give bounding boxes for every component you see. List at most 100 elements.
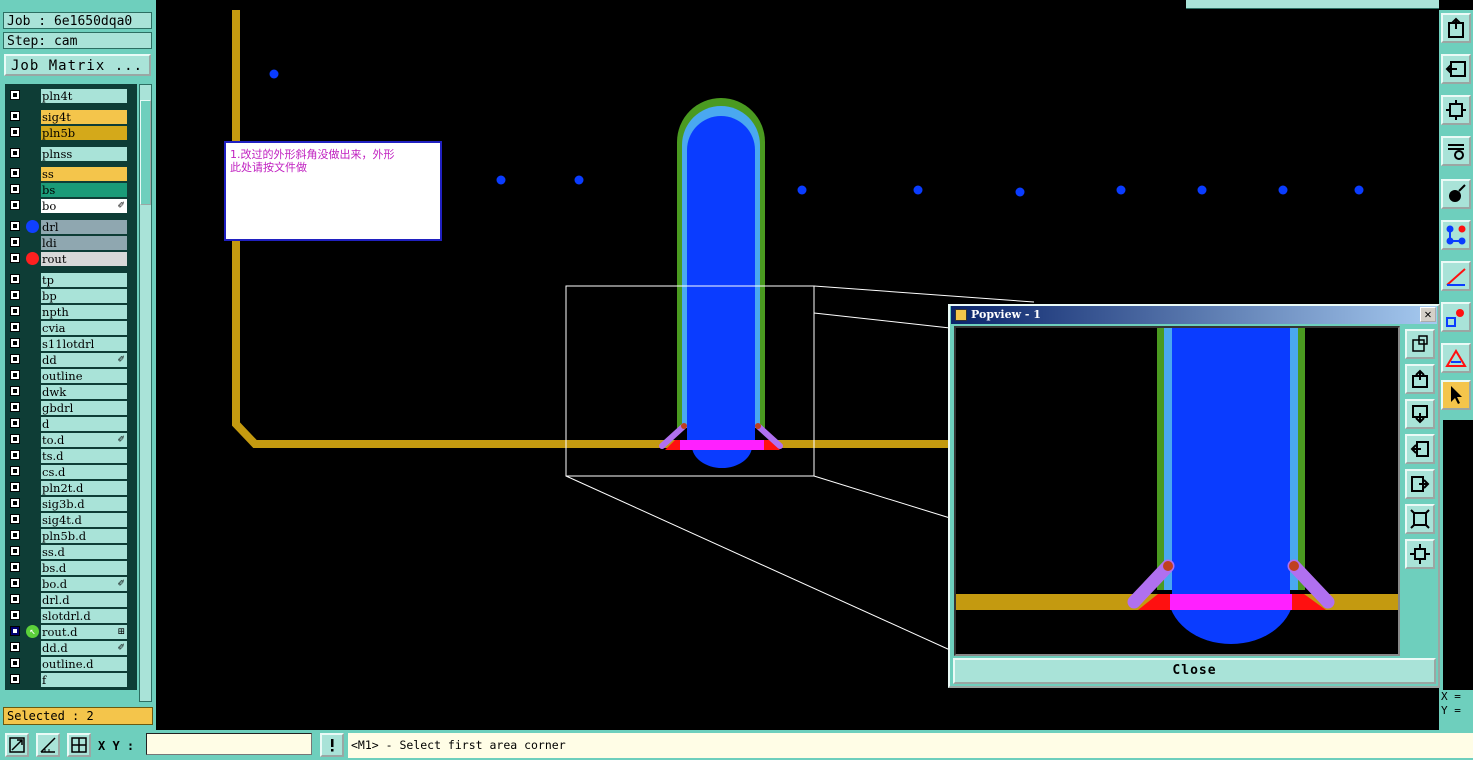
layer-row[interactable]: bp	[5, 288, 137, 304]
layer-name[interactable]: to.d ✐	[41, 433, 127, 447]
layer-name[interactable]: ts.d	[41, 449, 127, 463]
layer-checkbox[interactable]	[10, 237, 20, 247]
layer-row[interactable]: ts.d	[5, 448, 137, 464]
layer-row[interactable]: cvia	[5, 320, 137, 336]
layer-checkbox[interactable]	[10, 111, 20, 121]
layer-checkbox[interactable]	[10, 418, 20, 428]
layer-checkbox[interactable]	[10, 274, 20, 284]
layer-name[interactable]: cs.d	[41, 465, 127, 479]
layer-checkbox[interactable]	[10, 674, 20, 684]
layer-checkbox[interactable]	[10, 594, 20, 604]
layer-checkbox[interactable]	[10, 290, 20, 300]
layer-row[interactable]: f	[5, 672, 137, 688]
layer-name[interactable]: sig4t	[41, 110, 127, 124]
layer-row[interactable]: dd.d ✐	[5, 640, 137, 656]
layer-row[interactable]: slotdrl.d	[5, 608, 137, 624]
layer-name[interactable]: bo ✐	[41, 199, 127, 213]
layer-name[interactable]: plnss	[41, 147, 127, 161]
layer-name[interactable]: ss	[41, 167, 127, 181]
layer-name[interactable]: d	[41, 417, 127, 431]
popview-center-icon[interactable]	[1405, 539, 1435, 569]
layer-checkbox[interactable]	[10, 546, 20, 556]
layer-name[interactable]: rout	[41, 252, 127, 266]
grid-snap-icon[interactable]	[67, 733, 91, 757]
layer-row[interactable]: pln5b	[5, 125, 137, 141]
layer-checkbox[interactable]	[10, 466, 20, 476]
layer-row[interactable]: outline.d	[5, 656, 137, 672]
layer-name[interactable]: sig4t.d	[41, 513, 127, 527]
measure-icon[interactable]	[1441, 261, 1471, 291]
zoom-fit-icon[interactable]	[1441, 95, 1471, 125]
layer-checkbox[interactable]	[10, 338, 20, 348]
layer-name[interactable]: cvia	[41, 321, 127, 335]
layer-checkbox[interactable]	[10, 434, 20, 444]
popview-fit-icon[interactable]	[1405, 504, 1435, 534]
single-select-icon[interactable]	[1441, 179, 1471, 209]
layer-checkbox[interactable]	[10, 184, 20, 194]
layer-checkbox[interactable]	[10, 168, 20, 178]
layer-row[interactable]: to.d ✐	[5, 432, 137, 448]
layer-row[interactable]: bs	[5, 182, 137, 198]
popview-close-x-button[interactable]: ✕	[1420, 307, 1436, 322]
layer-name[interactable]: outline	[41, 369, 127, 383]
layer-row[interactable]: sig3b.d	[5, 496, 137, 512]
layer-name[interactable]: pln5b	[41, 126, 127, 140]
layer-checkbox[interactable]	[10, 306, 20, 316]
xy-coordinate-input[interactable]	[146, 733, 312, 755]
layer-name[interactable]: pln4t	[41, 89, 127, 103]
zoom-in-icon[interactable]	[1441, 13, 1471, 43]
layer-row[interactable]: ss.d	[5, 544, 137, 560]
layer-checkbox[interactable]	[10, 148, 20, 158]
layer-row[interactable]: drl	[5, 219, 137, 235]
layer-list-scroll-thumb[interactable]	[140, 100, 151, 205]
layer-name[interactable]: gbdrl	[41, 401, 127, 415]
layer-checkbox[interactable]	[10, 514, 20, 524]
layer-checkbox[interactable]	[10, 658, 20, 668]
layer-name[interactable]: dwk	[41, 385, 127, 399]
layer-row[interactable]: bs.d	[5, 560, 137, 576]
layer-checkbox[interactable]	[10, 127, 20, 137]
feature-icon[interactable]	[1441, 302, 1471, 332]
layer-checkbox[interactable]	[10, 386, 20, 396]
layer-checkbox[interactable]	[10, 626, 20, 636]
layer-name[interactable]: pln2t.d	[41, 481, 127, 495]
layer-name[interactable]: npth	[41, 305, 127, 319]
layer-name[interactable]: bs	[41, 183, 127, 197]
zoom-area-icon[interactable]	[5, 733, 29, 757]
layer-row[interactable]: pln4t	[5, 88, 137, 104]
layer-row[interactable]: dwk	[5, 384, 137, 400]
layer-row[interactable]: pln2t.d	[5, 480, 137, 496]
layer-checkbox[interactable]	[10, 530, 20, 540]
measure-ruler-icon[interactable]	[36, 733, 60, 757]
layer-checkbox[interactable]	[10, 402, 20, 412]
layer-row[interactable]: gbdrl	[5, 400, 137, 416]
snap-icon[interactable]	[1441, 343, 1471, 373]
layer-checkbox[interactable]	[10, 221, 20, 231]
layer-name[interactable]: outline.d	[41, 657, 127, 671]
layer-name[interactable]: f	[41, 673, 127, 687]
layer-checkbox[interactable]	[10, 610, 20, 620]
layer-row[interactable]: ↖ rout.d ⊞	[5, 624, 137, 640]
popview-down-icon[interactable]	[1405, 399, 1435, 429]
layer-name[interactable]: drl.d	[41, 593, 127, 607]
layer-row[interactable]: cs.d	[5, 464, 137, 480]
job-matrix-button[interactable]: Job Matrix ...	[4, 54, 151, 76]
popview-right-icon[interactable]	[1405, 469, 1435, 499]
layer-name[interactable]: s11lotdrl	[41, 337, 127, 351]
layer-row[interactable]: outline	[5, 368, 137, 384]
layer-row[interactable]: drl.d	[5, 592, 137, 608]
layer-row[interactable]: bo.d ✐	[5, 576, 137, 592]
layer-checkbox[interactable]	[10, 253, 20, 263]
layer-checkbox[interactable]	[10, 200, 20, 210]
layer-name[interactable]: slotdrl.d	[41, 609, 127, 623]
layer-checkbox[interactable]	[10, 498, 20, 508]
popview-left-icon[interactable]	[1405, 434, 1435, 464]
layer-row[interactable]: ldi	[5, 235, 137, 251]
layer-checkbox[interactable]	[10, 482, 20, 492]
popview-zoom-icon[interactable]	[1405, 329, 1435, 359]
layer-name[interactable]: bs.d	[41, 561, 127, 575]
layer-name[interactable]: bo.d ✐	[41, 577, 127, 591]
zoom-out-icon[interactable]	[1441, 54, 1471, 84]
layer-checkbox[interactable]	[10, 562, 20, 572]
layer-name[interactable]: dd ✐	[41, 353, 127, 367]
